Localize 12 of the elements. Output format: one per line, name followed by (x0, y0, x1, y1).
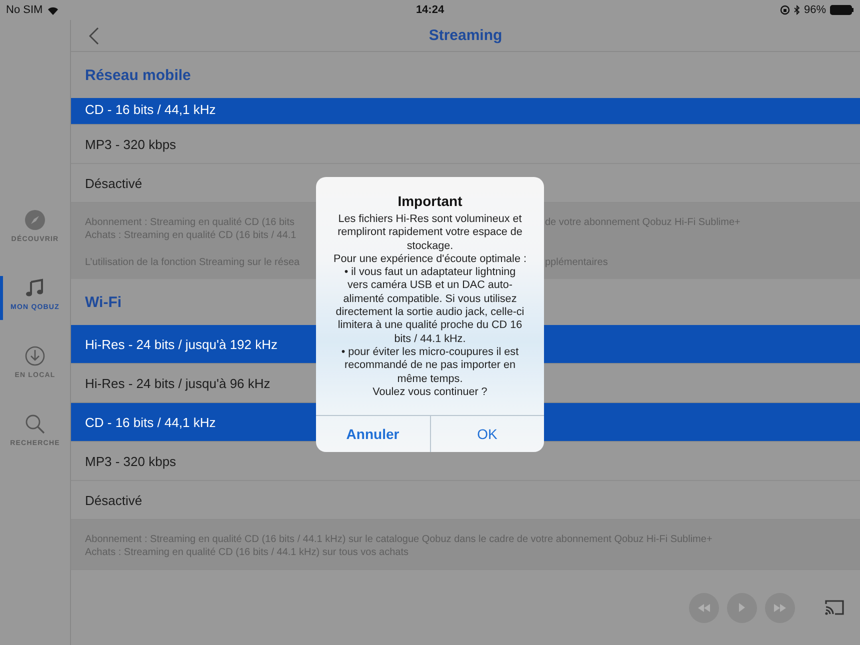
page-title: Streaming (428, 27, 502, 44)
section-header: Wi-Fi (85, 294, 122, 310)
clock: 14:24 (416, 4, 444, 16)
dialog-message: Pour une expérience d'écoute optimale : (333, 252, 527, 266)
dialog-message: Les fichiers Hi-Res sont volumineux et rempliront rapidement votre espace de stockage. (336, 213, 524, 253)
section-header: Réseau mobile (85, 66, 191, 84)
carrier: No SIM (6, 4, 43, 16)
dialog-message: • il vous faut un adaptateur lightning vers caméra USB et un DAC auto-alimenté compatible. Si vous utilisez directement la sortie audio jack, celle-ci limitera à une qualité proche du CD 16 bits / 44.1 kHz. (334, 266, 526, 346)
dialog-message: Voulez vous continuer ? (372, 386, 488, 400)
battery-percentage: 96% (804, 4, 826, 16)
dialog-title: Important (396, 193, 464, 209)
dialog-message: • pour éviter les micro-coupures il est recommandé de ne pas importer en même temps. (340, 346, 520, 386)
